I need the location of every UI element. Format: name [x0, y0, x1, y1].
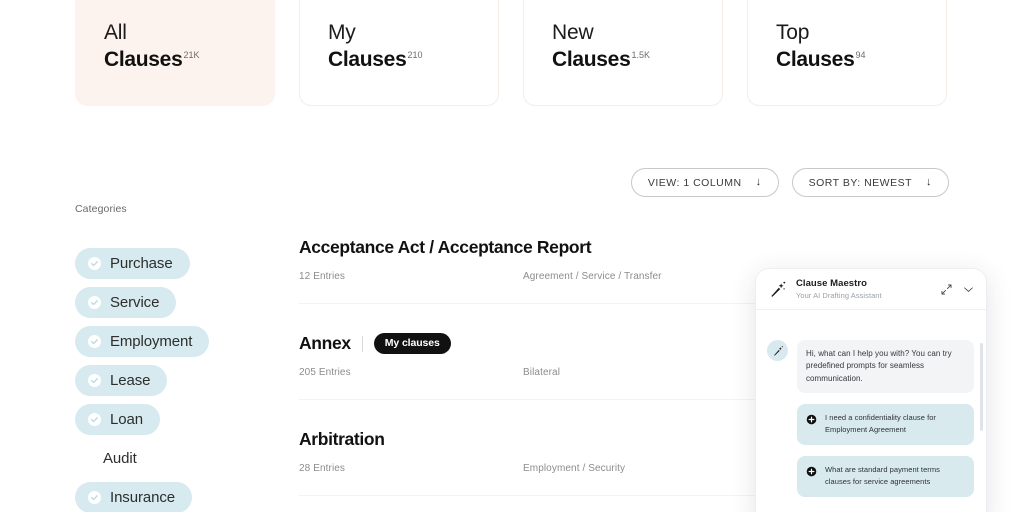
card-all-clauses[interactable]: All Clauses21K [75, 0, 275, 106]
card-top-label: Top [776, 21, 810, 44]
card-bottom-label: Clauses1.5K [552, 46, 722, 73]
card-top-label: New [552, 21, 594, 44]
category-label: Audit [103, 450, 137, 467]
categories-heading: Categories [75, 203, 127, 215]
clause-entry-count: 205 Entries [299, 367, 351, 378]
check-circle-icon [88, 374, 101, 387]
chevron-down-icon[interactable] [962, 283, 975, 296]
card-bottom-text: Clauses [104, 48, 183, 72]
category-label: Purchase [110, 255, 173, 272]
view-mode-label: VIEW: 1 COLUMN [647, 176, 742, 189]
clause-title: Acceptance Act / Acceptance Report [299, 237, 592, 257]
sort-by-label: SORT BY: NEWEST [808, 176, 912, 189]
view-mode-button[interactable]: VIEW: 1 COLUMN ↓ [630, 168, 779, 197]
categories-sidebar: Categories Purchase Service Employment L… [75, 203, 275, 512]
category-chip-service[interactable]: Service [75, 287, 177, 318]
category-chip-loan[interactable]: Loan [75, 404, 160, 435]
card-top-label: My [328, 21, 356, 44]
category-label: Service [110, 294, 160, 311]
chat-message-assistant: Hi, what can I help you with? You can tr… [767, 340, 974, 394]
check-circle-icon [88, 257, 101, 270]
clause-header: Acceptance Act / Acceptance Report [299, 237, 919, 258]
card-bottom-label: Clauses210 [328, 46, 498, 73]
plus-circle-icon [806, 466, 817, 477]
category-chip-purchase[interactable]: Purchase [75, 248, 190, 279]
suggestion-text: What are standard payment terms clauses … [825, 465, 940, 487]
card-bottom-text: Clauses [552, 48, 631, 72]
clause-entry-count: 28 Entries [299, 463, 346, 474]
suggestion-chip-1[interactable]: I need a confidentiality clause for Empl… [797, 404, 974, 446]
magic-wand-icon [773, 345, 783, 356]
card-count: 210 [407, 50, 423, 61]
divider [361, 335, 363, 352]
category-label: Lease [110, 372, 151, 389]
plus-circle-icon [806, 414, 817, 425]
arrow-down-icon: ↓ [755, 176, 762, 188]
check-circle-icon [88, 413, 101, 426]
magic-wand-icon [771, 281, 786, 297]
chat-widget: Clause Maestro Your AI Drafting Assistan… [755, 268, 987, 512]
chat-subtitle: Your AI Drafting Assistant [796, 291, 882, 300]
clause-entry-count: 12 Entries [299, 271, 346, 282]
suggestion-chip-2[interactable]: What are standard payment terms clauses … [797, 456, 974, 498]
suggestion-text: I need a confidentiality clause for Empl… [825, 413, 936, 435]
list-toolbar: VIEW: 1 COLUMN ↓ SORT BY: NEWEST ↓ [630, 168, 949, 197]
clause-tags: Employment / Security [523, 463, 626, 474]
card-top-label: All [104, 21, 127, 44]
check-circle-icon [88, 335, 101, 348]
category-chip-employment[interactable]: Employment [75, 326, 210, 357]
card-count: 21K [183, 50, 200, 61]
category-label: Loan [110, 411, 143, 428]
category-chip-insurance[interactable]: Insurance [75, 482, 192, 512]
chat-header: Clause Maestro Your AI Drafting Assistan… [756, 269, 986, 310]
chat-identity: Clause Maestro Your AI Drafting Assistan… [796, 278, 931, 300]
card-new-clauses[interactable]: New Clauses1.5K [523, 0, 723, 106]
card-bottom-label: Clauses21K [104, 46, 274, 73]
card-top-clauses[interactable]: Top Clauses94 [747, 0, 947, 106]
clause-title: Annex [299, 333, 351, 353]
status-badge: My clauses [373, 333, 451, 354]
card-count: 1.5K [631, 50, 650, 61]
category-chip-audit[interactable]: Audit [75, 443, 154, 474]
check-circle-icon [88, 491, 101, 504]
card-bottom-text: Clauses [776, 48, 855, 72]
clause-tags: Bilateral [523, 367, 561, 378]
expand-icon[interactable] [940, 283, 953, 296]
avatar [767, 340, 788, 361]
card-count: 94 [855, 50, 866, 61]
sort-by-button[interactable]: SORT BY: NEWEST ↓ [791, 168, 949, 197]
arrow-down-icon: ↓ [926, 176, 932, 188]
card-bottom-label: Clauses94 [776, 46, 946, 73]
page-root: All Clauses21K My Clauses210 New Clauses… [0, 0, 1024, 512]
category-chip-lease[interactable]: Lease [75, 365, 168, 396]
chat-body: Hi, what can I help you with? You can tr… [756, 310, 986, 498]
card-bottom-text: Clauses [328, 48, 407, 72]
category-label: Insurance [110, 489, 175, 506]
card-my-clauses[interactable]: My Clauses210 [299, 0, 499, 106]
clause-scope-cards: All Clauses21K My Clauses210 New Clauses… [75, 0, 947, 106]
check-circle-icon [88, 296, 101, 309]
category-label: Employment [110, 333, 193, 350]
scrollbar[interactable] [980, 343, 983, 431]
clause-title: Arbitration [299, 429, 385, 449]
message-text: Hi, what can I help you with? You can tr… [797, 340, 974, 394]
clause-tags: Agreement / Service / Transfer [523, 271, 662, 282]
chat-title: Clause Maestro [796, 278, 867, 289]
